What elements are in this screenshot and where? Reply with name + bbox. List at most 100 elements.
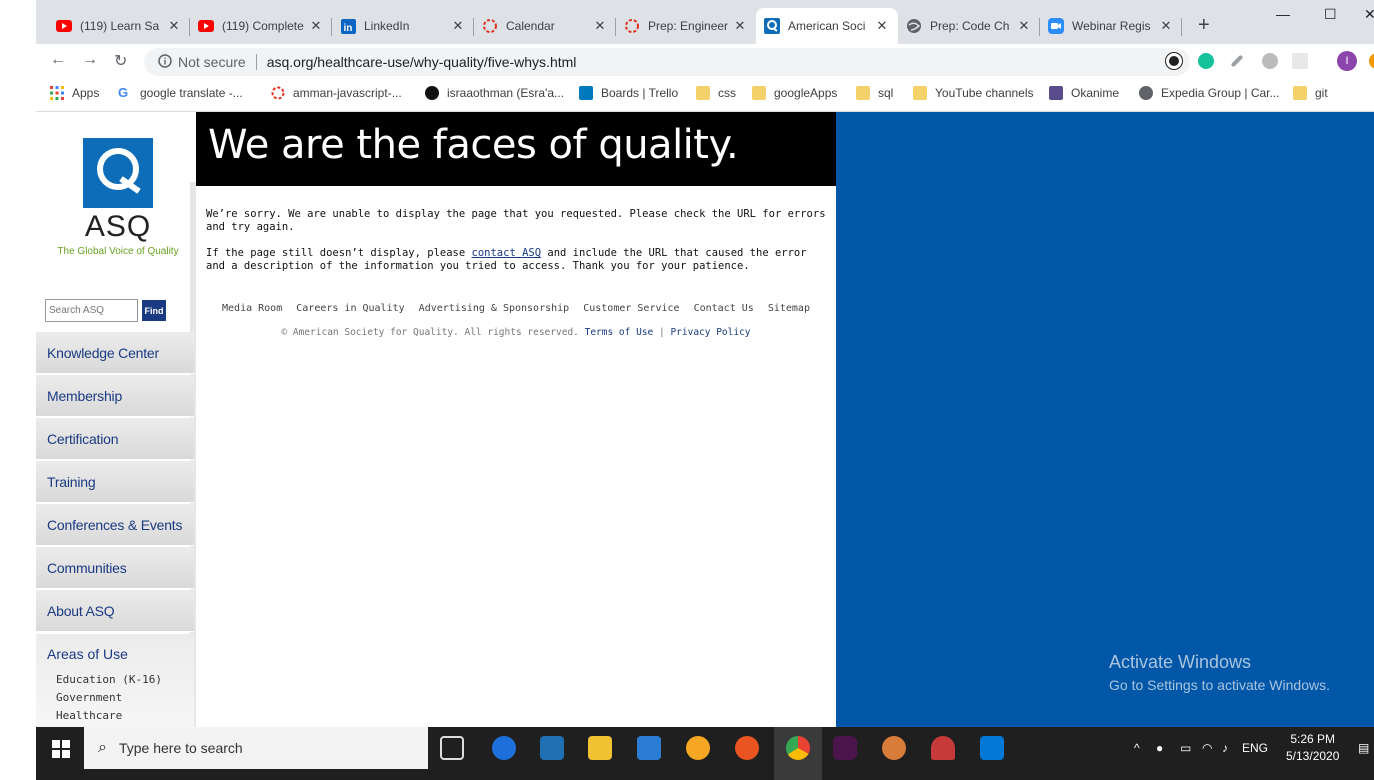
grammarly-icon[interactable]	[1198, 53, 1214, 69]
tab-webinar[interactable]: Webinar Regis ✕	[1040, 8, 1182, 44]
close-window-button[interactable]: ✕	[1364, 6, 1374, 23]
close-icon[interactable]: ✕	[592, 18, 608, 34]
extension-blank-icon[interactable]	[1292, 53, 1308, 69]
chevron-up-icon[interactable]: ^	[1134, 741, 1140, 755]
close-icon[interactable]: ✕	[450, 18, 466, 34]
areas-item-education[interactable]: Education (K-16)	[56, 673, 162, 686]
bookmark-github[interactable]: israaothman (Esra'a...	[425, 86, 564, 100]
footer-link-advertising[interactable]: Advertising & Sponsorship	[419, 303, 570, 314]
asq-logo[interactable]: ASQ The Global Voice of Quality	[50, 138, 186, 257]
info-icon[interactable]	[158, 53, 172, 71]
nav-certification[interactable]: Certification	[36, 418, 194, 460]
network-error-icon[interactable]: ●	[1156, 741, 1163, 755]
contact-asq-link[interactable]: contact ASQ	[472, 247, 542, 259]
bookmark-folder-sql[interactable]: sql	[856, 86, 893, 100]
taskbar-search[interactable]: ⌕ Type here to search	[84, 727, 428, 769]
bookmark-apps[interactable]: Apps	[50, 86, 99, 100]
nav-training[interactable]: Training	[36, 461, 194, 503]
tab-linkedin[interactable]: in LinkedIn ✕	[332, 8, 474, 44]
footer-link-media-room[interactable]: Media Room	[222, 303, 282, 314]
eyedropper-icon[interactable]	[1230, 54, 1244, 68]
slack-icon[interactable]	[833, 736, 857, 760]
close-icon[interactable]: ✕	[1158, 18, 1174, 34]
update-icon[interactable]	[1369, 53, 1374, 69]
nav-about-asq[interactable]: About ASQ	[36, 590, 194, 632]
extension-chat-icon[interactable]	[1262, 53, 1278, 69]
close-icon[interactable]: ✕	[166, 18, 182, 34]
ubuntu-icon[interactable]	[735, 736, 759, 760]
privacy-policy-link[interactable]: Privacy Policy	[670, 327, 750, 338]
tab-title: (119) Learn Sa	[80, 19, 160, 33]
address-bar[interactable]: Not secure asq.org/healthcare-use/why-qu…	[144, 48, 1190, 76]
tab-prep-engineer[interactable]: Prep: Engineer ✕	[616, 8, 756, 44]
terms-of-use-link[interactable]: Terms of Use	[585, 327, 654, 338]
vscode-icon[interactable]	[980, 736, 1004, 760]
tab-american-society[interactable]: American Soci ✕	[756, 8, 898, 44]
minimize-button[interactable]: —	[1276, 6, 1290, 22]
error-message: We’re sorry. We are unable to display th…	[206, 208, 826, 233]
paint3d-icon[interactable]	[931, 736, 955, 760]
areas-heading[interactable]: Areas of Use	[47, 646, 128, 662]
folder-icon	[913, 86, 927, 100]
language-indicator[interactable]: ENG	[1242, 741, 1268, 755]
tab-prep-code[interactable]: Prep: Code Ch ✕	[898, 8, 1040, 44]
bookmark-folder-googleapps[interactable]: googleApps	[752, 86, 837, 100]
nav-knowledge-center[interactable]: Knowledge Center	[36, 332, 194, 374]
footer-link-contact-us[interactable]: Contact Us	[694, 303, 754, 314]
bookmark-label: Expedia Group | Car...	[1161, 86, 1280, 100]
task-view-icon[interactable]	[440, 736, 464, 760]
windows-start-icon[interactable]	[52, 740, 70, 758]
bookmark-label: sql	[878, 86, 894, 100]
mail-icon[interactable]	[637, 736, 661, 760]
wifi-icon[interactable]: ◠	[1202, 741, 1212, 755]
nav-conferences-events[interactable]: Conferences & Events	[36, 504, 194, 546]
volume-icon[interactable]: ♪	[1222, 741, 1228, 755]
file-explorer-icon[interactable]	[588, 736, 612, 760]
close-icon[interactable]: ✕	[308, 18, 324, 34]
tab-calendar[interactable]: Calendar ✕	[474, 8, 616, 44]
url-text[interactable]: asq.org/healthcare-use/why-quality/five-…	[267, 54, 577, 70]
sticky-app-icon[interactable]	[686, 736, 710, 760]
bookmark-folder-css[interactable]: css	[696, 86, 736, 100]
chrome-icon[interactable]	[786, 736, 810, 760]
search-input[interactable]	[45, 299, 138, 322]
footer-link-customer-service[interactable]: Customer Service	[583, 303, 679, 314]
forward-icon[interactable]: →	[82, 51, 98, 69]
paint-icon[interactable]	[882, 736, 906, 760]
maximize-button[interactable]: ☐	[1324, 6, 1337, 23]
trello-icon	[579, 86, 593, 100]
tab-youtube-1[interactable]: (119) Learn Sa ✕	[48, 8, 190, 44]
profile-avatar[interactable]: I	[1337, 51, 1357, 71]
close-icon[interactable]: ✕	[732, 18, 748, 34]
areas-item-government[interactable]: Government	[56, 691, 122, 704]
bookmark-amman-javascript[interactable]: amman-javascript-...	[271, 86, 402, 100]
reload-icon[interactable]: ↻	[114, 51, 127, 71]
battery-icon[interactable]: ▭	[1180, 741, 1191, 755]
taskbar-clock[interactable]: 5:26 PM 5/13/2020	[1286, 731, 1339, 765]
store-icon[interactable]	[540, 736, 564, 760]
extension-dark-icon[interactable]	[1166, 53, 1182, 69]
notifications-icon[interactable]: ▤	[1358, 741, 1369, 755]
tab-youtube-2[interactable]: (119) Complete ✕	[190, 8, 332, 44]
windows-taskbar: ⌕ Type here to search ^ ● ▭ ◠ ♪ ENG 5:26…	[36, 727, 1374, 780]
bookmark-okanime[interactable]: Okanime	[1049, 86, 1119, 100]
nav-communities[interactable]: Communities	[36, 547, 194, 589]
bookmark-expedia[interactable]: Expedia Group | Car...	[1139, 86, 1280, 100]
areas-item-healthcare[interactable]: Healthcare	[56, 709, 122, 722]
back-icon[interactable]: ←	[50, 51, 66, 69]
left-margin	[0, 0, 36, 780]
bookmark-folder-youtube[interactable]: YouTube channels	[913, 86, 1034, 100]
bookmark-folder-git[interactable]: git	[1293, 86, 1328, 100]
nav-membership[interactable]: Membership	[36, 375, 194, 417]
bookmark-trello[interactable]: Boards | Trello	[579, 86, 678, 100]
close-icon[interactable]: ✕	[874, 18, 890, 34]
footer-divider: |	[658, 327, 665, 338]
find-button[interactable]: Find	[142, 300, 166, 321]
footer-link-sitemap[interactable]: Sitemap	[768, 303, 810, 314]
site-sidebar: ASQ The Global Voice of Quality Find Kno…	[36, 112, 196, 727]
new-tab-button[interactable]: +	[1198, 14, 1210, 37]
footer-link-careers[interactable]: Careers in Quality	[296, 303, 404, 314]
edge-icon[interactable]	[492, 736, 516, 760]
bookmark-google-translate[interactable]: G google translate -...	[118, 86, 243, 101]
close-icon[interactable]: ✕	[1016, 18, 1032, 34]
